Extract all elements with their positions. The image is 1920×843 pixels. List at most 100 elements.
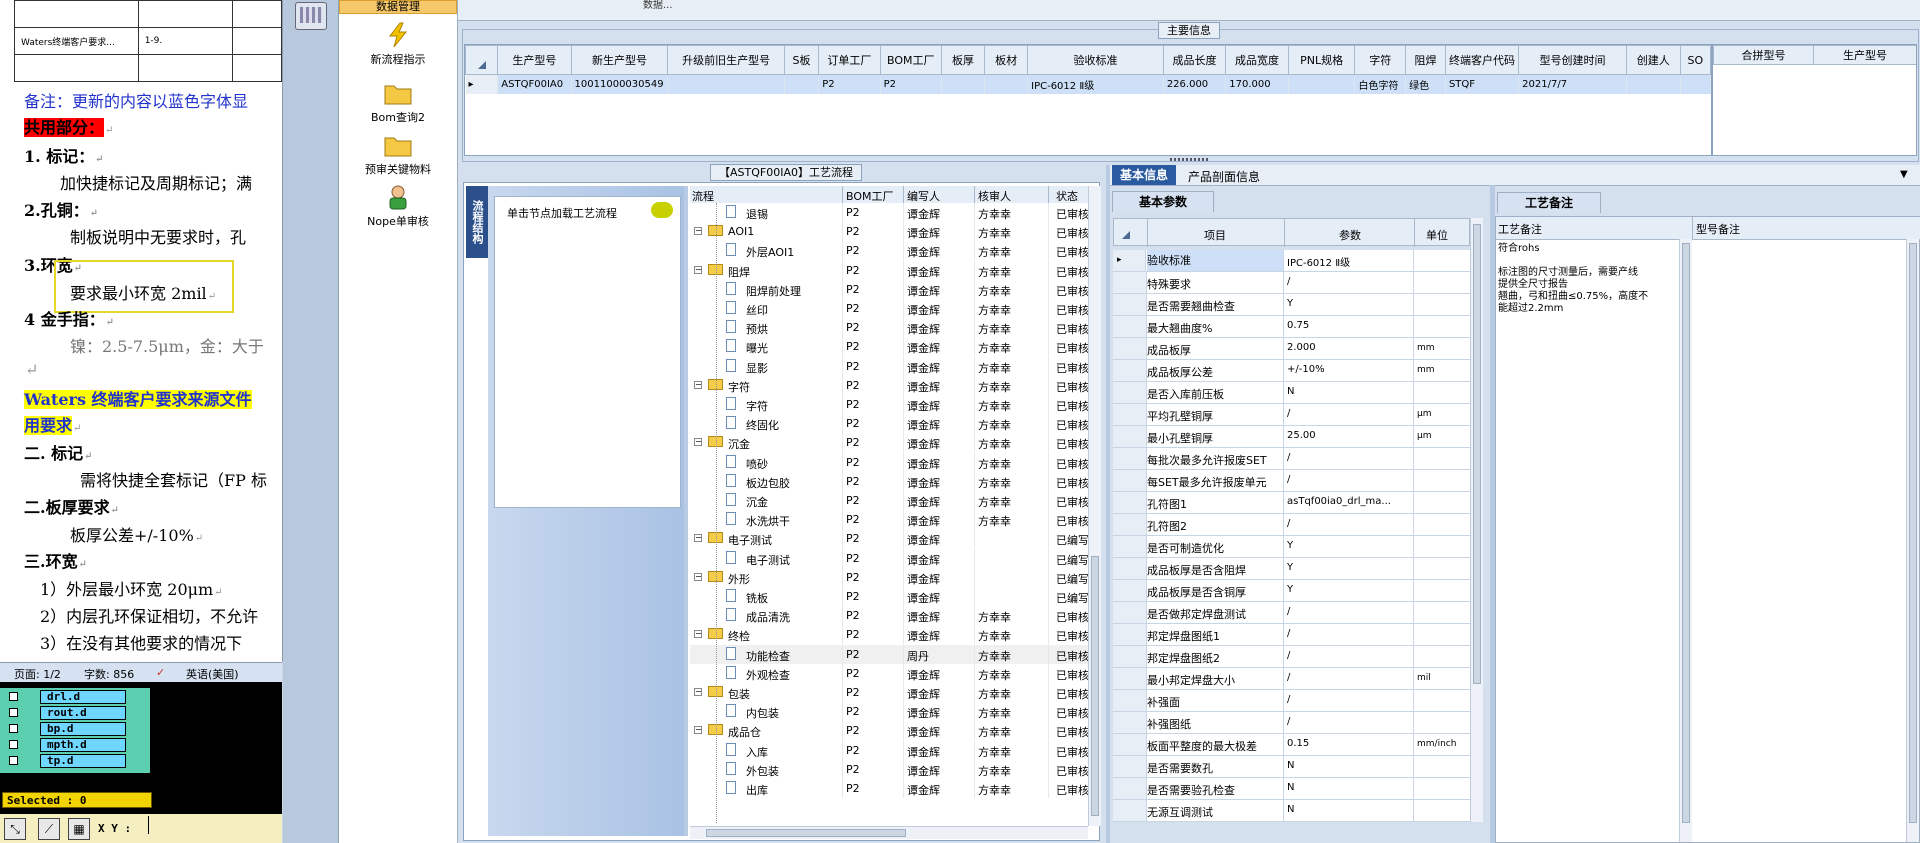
collapse-icon[interactable]: −: [694, 630, 702, 639]
load-box[interactable]: 单击节点加载工艺流程: [494, 196, 681, 508]
main-info-cell[interactable]: [1626, 74, 1681, 94]
param-value[interactable]: Y: [1287, 540, 1413, 551]
splitter-handle[interactable]: [1170, 158, 1210, 161]
layer-row[interactable]: drl.d: [6, 690, 126, 704]
tab-profile-info[interactable]: 产品剖面信息: [1188, 168, 1260, 185]
basic-param-row[interactable]: 特殊要求 /: [1113, 272, 1470, 294]
process-row[interactable]: 成品清洗 P2 谭金辉 方幸幸 已审核: [690, 606, 1088, 626]
process-row[interactable]: − 外形 P2 谭金辉 已编写: [690, 567, 1088, 587]
calendar-icon[interactable]: [295, 2, 327, 30]
layer-checkbox[interactable]: [9, 740, 18, 749]
merge-header-1[interactable]: 生产型号: [1813, 45, 1916, 65]
grid-icon[interactable]: ▦: [68, 818, 90, 840]
process-row[interactable]: 板边包胶 P2 谭金辉 方幸幸 已审核: [690, 471, 1088, 491]
main-info-cell[interactable]: IPC-6012 Ⅱ级: [1027, 74, 1164, 94]
main-info-header[interactable]: 阻焊: [1405, 45, 1446, 75]
layer-checkbox[interactable]: [9, 692, 18, 701]
basic-grid[interactable]: ▸ 验收标准 IPC-6012 Ⅱ级 特殊要求 / 是否需要翘曲检查 Y 最大翘曲度% 0.75…: [1113, 250, 1470, 822]
process-tree[interactable]: 退锡 P2 谭金辉 方幸幸 已审核 − AOI1 P2 谭金辉 方幸幸 已审核 外层AOI1 P2 谭金辉…: [690, 203, 1088, 825]
process-row[interactable]: − 包装 P2 谭金辉 方幸幸 已审核: [690, 683, 1088, 702]
dropdown-icon[interactable]: ▼: [1900, 169, 1908, 180]
main-info-cell[interactable]: 170.000: [1225, 74, 1289, 94]
main-info-header[interactable]: 验收标准: [1027, 45, 1164, 75]
param-value[interactable]: Y: [1287, 584, 1413, 595]
layer-checkbox[interactable]: [9, 708, 18, 717]
main-info-cell[interactable]: 2021/7/7: [1518, 74, 1627, 94]
basic-param-row[interactable]: 平均孔壁铜厚 / μm: [1113, 404, 1470, 426]
basic-param-row[interactable]: 每SET最多允许报废单元 /: [1113, 470, 1470, 492]
process-row[interactable]: 外观检查 P2 谭金辉 方幸幸 已审核: [690, 663, 1088, 683]
process-row[interactable]: 曝光 P2 谭金辉 方幸幸 已审核: [690, 337, 1088, 357]
main-info-header[interactable]: 成品宽度: [1225, 45, 1289, 75]
main-info-header[interactable]: SO: [1679, 45, 1711, 75]
param-value[interactable]: /: [1287, 606, 1413, 617]
param-value[interactable]: /: [1287, 452, 1413, 463]
process-row[interactable]: 显影 P2 谭金辉 方幸幸 已审核: [690, 356, 1088, 376]
process-row[interactable]: − 终检 P2 谭金辉 方幸幸 已审核: [690, 625, 1088, 645]
tab-basic-info[interactable]: 基本信息: [1112, 165, 1176, 185]
zoom-icon[interactable]: ⤡: [4, 818, 26, 840]
collapse-icon[interactable]: −: [694, 726, 702, 735]
main-info-header[interactable]: 订单工厂: [818, 45, 881, 75]
main-info-cell[interactable]: [984, 74, 1029, 94]
splitter-2[interactable]: [1106, 165, 1110, 843]
main-info-header[interactable]: 升级前旧生产型号: [667, 45, 785, 75]
param-value[interactable]: 2.000: [1287, 342, 1413, 353]
row-selector-icon[interactable]: ▸: [465, 74, 499, 94]
basic-param-row[interactable]: 成品板厚 2.000 mm: [1113, 338, 1470, 360]
main-info-cell[interactable]: [667, 74, 785, 94]
basic-scrollbar[interactable]: [1470, 218, 1483, 822]
process-row[interactable]: 外层AOI1 P2 谭金辉 方幸幸 已审核: [690, 241, 1088, 261]
param-value[interactable]: /: [1287, 408, 1413, 419]
process-row[interactable]: − AOI1 P2 谭金辉 方幸幸 已审核: [690, 222, 1088, 242]
bom-query-button[interactable]: Bom查询2: [339, 80, 457, 125]
param-value[interactable]: Y: [1287, 562, 1413, 573]
main-info-header[interactable]: 生产型号: [497, 45, 572, 75]
process-row[interactable]: 喷砂 P2 谭金辉 方幸幸 已审核: [690, 452, 1088, 472]
param-value[interactable]: N: [1287, 782, 1413, 793]
basic-param-row[interactable]: 成品板厚是否含铜厚 Y: [1113, 580, 1470, 602]
basic-param-row[interactable]: 补强面 /: [1113, 690, 1470, 712]
spellcheck-icon[interactable]: ✓: [156, 666, 165, 679]
param-value[interactable]: 0.75: [1287, 320, 1413, 331]
param-value[interactable]: /: [1287, 628, 1413, 639]
collapse-icon[interactable]: −: [694, 572, 702, 581]
basic-param-row[interactable]: 成品板厚公差 +/-10% mm: [1113, 360, 1470, 382]
collapse-icon[interactable]: −: [694, 688, 702, 696]
process-row[interactable]: 丝印 P2 谭金辉 方幸幸 已审核: [690, 299, 1088, 318]
param-value[interactable]: 25.00: [1287, 430, 1413, 441]
param-value[interactable]: Y: [1287, 298, 1413, 309]
process-notes-text[interactable]: 符合rohs 标注图的尺寸测量后，需要产线 提供全尺寸报告 翘曲，弓和扭曲≤0.75%…: [1498, 243, 1676, 315]
param-value[interactable]: N: [1287, 760, 1413, 771]
process-row[interactable]: 出库 P2 谭金辉 方幸幸 已审核: [690, 779, 1088, 798]
basic-param-row[interactable]: 是否需要数孔 N: [1113, 756, 1470, 778]
splitter[interactable]: [684, 186, 688, 836]
main-info-cell[interactable]: P2: [818, 74, 881, 94]
collapse-icon[interactable]: −: [694, 227, 702, 236]
layer-checkbox[interactable]: [9, 756, 18, 765]
process-row[interactable]: 水洗烘干 P2 谭金辉 方幸幸 已审核: [690, 510, 1088, 530]
collapse-icon[interactable]: −: [694, 534, 702, 543]
param-value[interactable]: N: [1287, 804, 1413, 815]
main-info-cell[interactable]: 10011000030549: [571, 74, 669, 94]
basic-param-row[interactable]: 成品板厚是否含阻焊 Y: [1113, 558, 1470, 580]
tab-basic-params[interactable]: 基本参数: [1112, 191, 1214, 212]
merge-header-0[interactable]: 合拼型号: [1713, 45, 1814, 65]
process-row[interactable]: 内包装 P2 谭金辉 方幸幸 已审核: [690, 702, 1088, 722]
collapse-icon[interactable]: −: [694, 265, 702, 274]
main-info-cell[interactable]: 226.000: [1163, 74, 1227, 94]
process-row[interactable]: 沉金 P2 谭金辉 方幸幸 已审核: [690, 491, 1088, 510]
process-row[interactable]: − 电子测试 P2 谭金辉 已编写: [690, 529, 1088, 549]
param-value[interactable]: /: [1287, 474, 1413, 485]
basic-param-row[interactable]: 邦定焊盘图纸2 /: [1113, 646, 1470, 668]
process-hscrollbar[interactable]: [690, 826, 1088, 839]
process-row[interactable]: 入库 P2 谭金辉 方幸幸 已审核: [690, 740, 1088, 760]
process-row[interactable]: 字符 P2 谭金辉 方幸幸 已审核: [690, 395, 1088, 414]
process-row[interactable]: 铣板 P2 谭金辉 已编写: [690, 587, 1088, 606]
process-row[interactable]: 功能检查 P2 周丹 方幸幸 已审核: [690, 644, 1088, 664]
main-info-header[interactable]: 板材: [984, 45, 1029, 75]
basic-param-row[interactable]: 每批次最多允许报废SET /: [1113, 448, 1470, 470]
process-row[interactable]: 电子测试 P2 谭金辉 已编写: [690, 548, 1088, 568]
main-info-header[interactable]: 型号创建时间: [1518, 45, 1627, 75]
layer-row[interactable]: rout.d: [6, 706, 126, 720]
